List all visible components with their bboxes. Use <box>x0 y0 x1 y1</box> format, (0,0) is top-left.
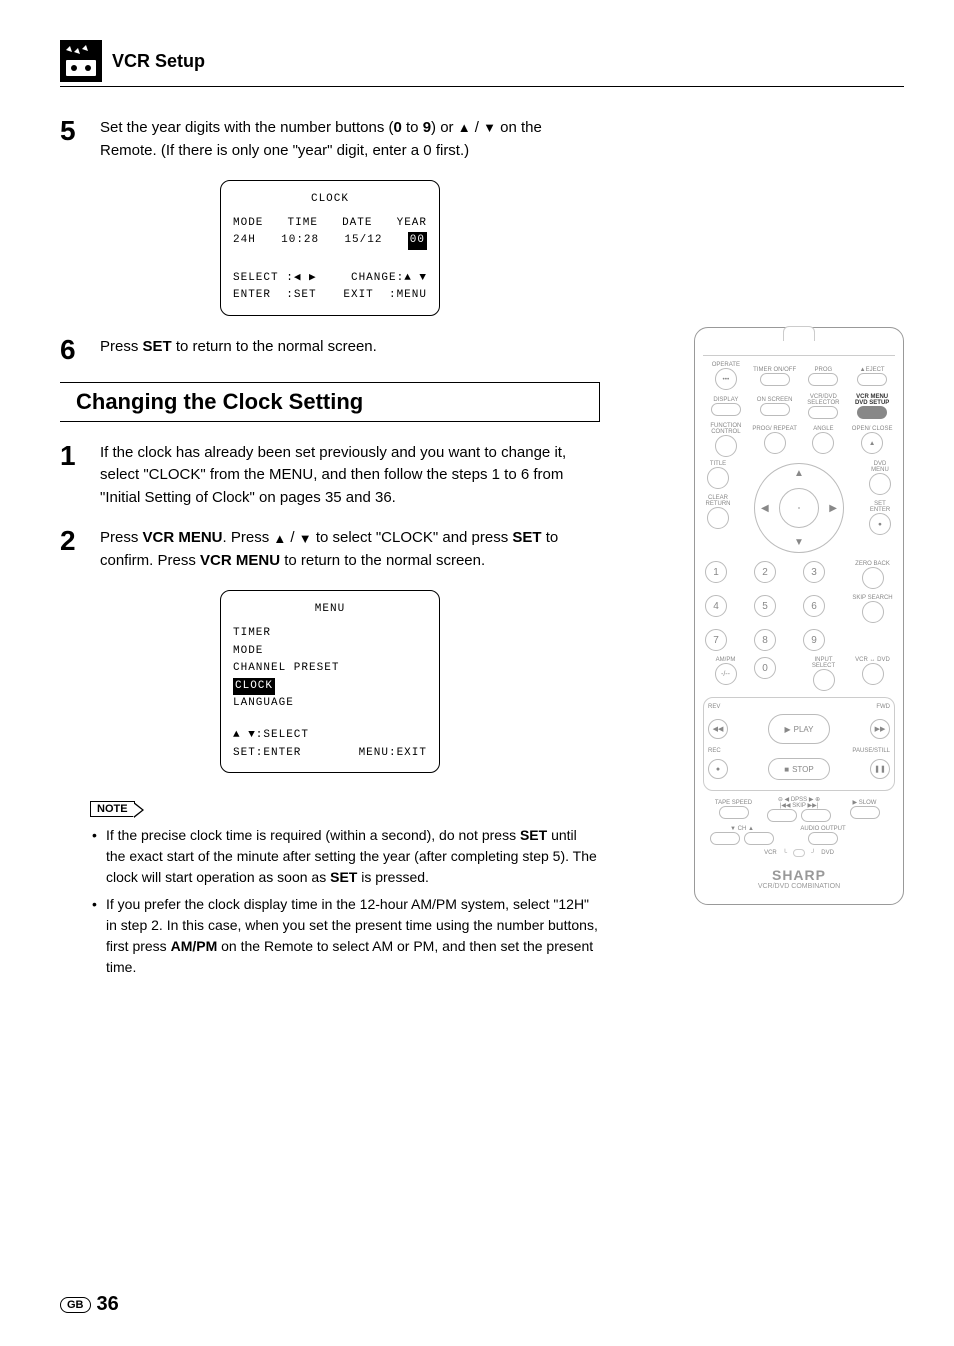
up-triangle-icon: ▲ <box>458 118 471 138</box>
vcr-dvd-button <box>862 663 884 685</box>
display-button <box>711 403 741 416</box>
remote-control-illustration: OPERATE••• TIMER ON/OFF PROG ▲EJECT DISP… <box>694 327 904 905</box>
dpad-center <box>779 488 819 528</box>
brand: SHARP VCR/DVD COMBINATION <box>703 867 895 890</box>
step-6: 6 Press SET to return to the normal scre… <box>60 336 600 364</box>
clock-osd: CLOCK MODE TIME DATE YEAR 24H 10:28 15/1… <box>220 180 440 316</box>
ampm-button: -/-- <box>715 663 737 685</box>
rev-button: ◀◀ <box>708 719 728 739</box>
set-button: ● <box>869 513 891 535</box>
title-button <box>707 467 729 489</box>
num-6: 6 <box>803 595 825 617</box>
change-step-1: 1 If the clock has already been set prev… <box>60 442 600 510</box>
note-item: If the precise clock time is required (w… <box>90 825 600 888</box>
ch-up-button <box>744 832 774 845</box>
dpss-plus-button <box>801 809 831 822</box>
ir-window <box>703 334 895 356</box>
zero-back-button <box>862 567 884 589</box>
section-heading: Changing the Clock Setting <box>60 382 600 422</box>
skip-search-button <box>862 601 884 623</box>
step-number: 5 <box>60 117 100 162</box>
up-arrow-icon: ▲ <box>794 468 804 479</box>
step-number: 2 <box>60 527 100 572</box>
num-4: 4 <box>705 595 727 617</box>
note-label: NOTE <box>90 801 135 817</box>
num-9: 9 <box>803 629 825 651</box>
angle-button <box>812 432 834 454</box>
num-3: 3 <box>803 561 825 583</box>
header: VCR Setup <box>60 40 904 87</box>
note-item: If you prefer the clock display time in … <box>90 894 600 978</box>
dpad: ▲ ▼ ◀ ▶ <box>754 463 844 553</box>
rec-button: ● <box>708 759 728 779</box>
step-number: 6 <box>60 336 100 364</box>
menu-item: LANGUAGE <box>233 695 427 713</box>
step-text: Set the year digits with the number butt… <box>100 117 600 162</box>
num-1: 1 <box>705 561 727 583</box>
num-8: 8 <box>754 629 776 651</box>
pause-button: ❚❚ <box>870 759 890 779</box>
repeat-button <box>764 432 786 454</box>
prog-button <box>808 373 838 386</box>
vcr-menu-button <box>857 406 887 419</box>
mode-indicator: VCR └┘ DVD <box>703 849 895 857</box>
selector-button <box>808 406 838 419</box>
play-button: ▶ PLAY <box>768 714 830 744</box>
menu-item-selected: CLOCK <box>233 678 275 696</box>
down-arrow-icon: ▼ <box>794 537 804 548</box>
vcr-icon <box>60 40 102 82</box>
up-triangle-icon: ▲ <box>273 529 286 549</box>
eject-button <box>857 373 887 386</box>
function-button <box>715 435 737 457</box>
timer-button <box>760 373 790 386</box>
page-number: 36 <box>97 1293 119 1316</box>
audio-output-button <box>808 832 838 845</box>
down-triangle-icon: ▼ <box>299 529 312 549</box>
change-step-2: 2 Press VCR MENU. Press ▲ / ▼ to select … <box>60 527 600 572</box>
slow-button <box>850 806 880 819</box>
page-title: VCR Setup <box>112 51 205 72</box>
left-arrow-icon: ◀ <box>761 503 769 514</box>
menu-item: TIMER <box>233 625 427 643</box>
input-select-button <box>813 669 835 691</box>
step-number: 1 <box>60 442 100 510</box>
operate-button: ••• <box>715 368 737 390</box>
num-0: 0 <box>754 657 776 679</box>
clear-button <box>707 507 729 529</box>
step-5: 5 Set the year digits with the number bu… <box>60 117 600 162</box>
page-footer: GB 36 <box>60 1293 119 1316</box>
down-triangle-icon: ▼ <box>483 118 496 138</box>
dpss-minus-button <box>767 809 797 822</box>
onscreen-button <box>760 403 790 416</box>
osd-title: CLOCK <box>233 191 427 209</box>
menu-item: MODE <box>233 643 427 661</box>
tape-speed-button <box>719 806 749 819</box>
right-arrow-icon: ▶ <box>829 503 837 514</box>
ch-down-button <box>710 832 740 845</box>
num-7: 7 <box>705 629 727 651</box>
num-5: 5 <box>754 595 776 617</box>
num-2: 2 <box>754 561 776 583</box>
transport-controls: REVFWD ◀◀ ▶ PLAY ▶▶ RECPAUSE/STILL ● ■ S… <box>703 697 895 791</box>
step-text: Press SET to return to the normal screen… <box>100 336 377 364</box>
stop-button: ■ STOP <box>768 758 830 780</box>
fwd-button: ▶▶ <box>870 719 890 739</box>
osd-title: MENU <box>233 601 427 619</box>
open-close-button: ▲ <box>861 432 883 454</box>
number-pad: 1 2 3 ZERO BACK 4 5 6 SKIP SEARCH 7 8 9 … <box>705 561 893 691</box>
note-section: NOTE If the precise clock time is requir… <box>90 799 600 978</box>
dvdmenu-button <box>869 473 891 495</box>
menu-item: CHANNEL PRESET <box>233 660 427 678</box>
step-text: If the clock has already been set previo… <box>100 442 600 510</box>
gb-badge: GB <box>60 1297 91 1313</box>
menu-osd: MENU TIMERMODECHANNEL PRESETCLOCKLANGUAG… <box>220 590 440 773</box>
year-highlight: 00 <box>408 232 427 250</box>
step-text: Press VCR MENU. Press ▲ / ▼ to select "C… <box>100 527 600 572</box>
